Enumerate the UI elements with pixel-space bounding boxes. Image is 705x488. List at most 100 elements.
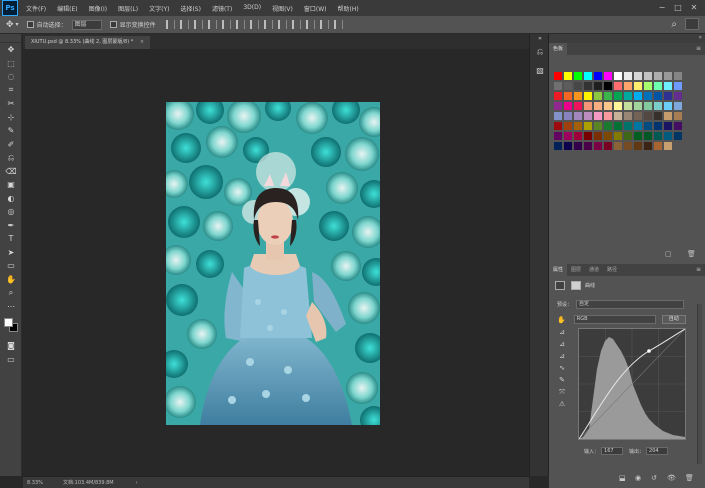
color-swatch[interactable] xyxy=(574,92,582,100)
maximize-button[interactable]: □ xyxy=(671,2,685,14)
color-swatch[interactable] xyxy=(674,102,682,110)
color-swatch[interactable] xyxy=(614,122,622,130)
color-swatch[interactable] xyxy=(564,122,572,130)
align-bottom-icon[interactable] xyxy=(193,20,203,29)
color-swatch[interactable] xyxy=(564,82,572,90)
color-swatch[interactable] xyxy=(634,102,642,110)
color-swatch[interactable] xyxy=(634,112,642,120)
menu-filter[interactable]: 滤镜(T) xyxy=(212,4,232,13)
color-swatch[interactable] xyxy=(664,102,672,110)
color-swatch[interactable] xyxy=(554,142,562,150)
menu-view[interactable]: 视图(V) xyxy=(272,4,293,13)
color-swatch[interactable] xyxy=(584,112,592,120)
color-swatch[interactable] xyxy=(574,82,582,90)
align-vcenter-icon[interactable] xyxy=(179,20,189,29)
menu-3d[interactable]: 3D(D) xyxy=(243,4,261,13)
color-swatch[interactable] xyxy=(574,102,582,110)
gradient-tool-icon[interactable]: ▣ xyxy=(0,178,22,192)
tab-layers[interactable]: 图层 xyxy=(567,264,585,276)
brush-panel-icon[interactable]: ▧ xyxy=(530,61,550,79)
color-swatch[interactable] xyxy=(624,142,632,150)
tab-properties[interactable]: 属性 xyxy=(549,264,568,276)
output-value[interactable]: 204 xyxy=(646,447,669,455)
close-icon[interactable]: × xyxy=(140,39,144,45)
color-swatch[interactable] xyxy=(594,102,602,110)
color-swatch[interactable] xyxy=(634,72,642,80)
pen-tool-icon[interactable]: ✒ xyxy=(0,219,22,233)
color-swatch[interactable] xyxy=(664,92,672,100)
eraser-tool-icon[interactable]: ⌫ xyxy=(0,165,22,179)
align-hcenter-icon[interactable] xyxy=(221,20,231,29)
color-swatch[interactable] xyxy=(604,142,612,150)
new-swatch-icon[interactable]: ▢ xyxy=(665,250,672,258)
marquee-tool-icon[interactable]: ⬚ xyxy=(0,57,22,71)
search-icon[interactable]: ⌕ xyxy=(671,19,677,30)
curve-point-icon[interactable]: ∿ xyxy=(555,364,569,376)
color-swatch[interactable] xyxy=(594,82,602,90)
menu-window[interactable]: 窗口(W) xyxy=(304,4,327,13)
color-swatch[interactable] xyxy=(564,132,572,140)
color-swatch[interactable] xyxy=(614,72,622,80)
color-swatch[interactable] xyxy=(564,102,572,110)
color-swatch[interactable] xyxy=(644,132,652,140)
distribute-bottom-icon[interactable] xyxy=(277,20,287,29)
distribute-right-icon[interactable] xyxy=(319,20,329,29)
color-swatch[interactable] xyxy=(574,132,582,140)
color-swatch[interactable] xyxy=(574,112,582,120)
color-swatch[interactable] xyxy=(634,122,642,130)
color-swatch[interactable] xyxy=(634,92,642,100)
color-swatch[interactable] xyxy=(614,112,622,120)
color-swatch[interactable] xyxy=(564,112,572,120)
color-swatch[interactable] xyxy=(674,82,682,90)
minimize-button[interactable]: − xyxy=(655,2,669,14)
collapse-icon[interactable]: » xyxy=(530,34,550,43)
color-swatch[interactable] xyxy=(624,132,632,140)
color-swatch[interactable] xyxy=(654,122,662,130)
auto-button[interactable]: 自动 xyxy=(661,315,686,324)
color-swatch[interactable] xyxy=(614,102,622,110)
color-swatch[interactable] xyxy=(664,142,672,150)
color-swatch[interactable] xyxy=(594,142,602,150)
color-swatch[interactable] xyxy=(554,82,562,90)
color-swatch[interactable] xyxy=(594,92,602,100)
document-image[interactable] xyxy=(166,102,380,425)
move-tool-icon[interactable]: ✥ xyxy=(0,43,22,57)
color-swatch[interactable] xyxy=(594,72,602,80)
auto-select-checkbox[interactable] xyxy=(26,21,34,28)
slice-tool-icon[interactable]: ✂ xyxy=(0,97,22,111)
more-tools-icon[interactable]: ⋯ xyxy=(0,300,22,314)
color-swatch[interactable] xyxy=(614,132,622,140)
color-swatch[interactable] xyxy=(584,82,592,90)
menu-select[interactable]: 选择(S) xyxy=(180,4,201,13)
delete-swatch-icon[interactable]: 🗑 xyxy=(687,250,696,258)
color-swatch[interactable] xyxy=(674,132,682,140)
close-button[interactable]: ✕ xyxy=(687,2,701,14)
color-swatch[interactable] xyxy=(654,72,662,80)
tab-paths[interactable]: 路径 xyxy=(603,264,621,276)
foreground-color[interactable] xyxy=(4,318,13,327)
auto-align-icon[interactable] xyxy=(333,20,343,29)
align-right-icon[interactable] xyxy=(235,20,245,29)
color-swatch[interactable] xyxy=(594,112,602,120)
color-swatch[interactable] xyxy=(674,122,682,130)
color-swatch[interactable] xyxy=(604,72,612,80)
menu-file[interactable]: 文件(F) xyxy=(26,4,46,13)
distribute-top-icon[interactable] xyxy=(249,20,259,29)
clip-to-layer-icon[interactable]: ⬓ xyxy=(619,474,626,482)
pencil-draw-icon[interactable]: ✎ xyxy=(555,376,569,388)
history-brush-tool-icon[interactable]: ⎌ xyxy=(0,151,22,165)
color-swatch[interactable] xyxy=(574,72,582,80)
path-selection-tool-icon[interactable]: ➤ xyxy=(0,246,22,260)
color-swatch[interactable] xyxy=(614,92,622,100)
hand-tool-icon[interactable]: ✋ xyxy=(0,273,22,287)
color-swatch[interactable] xyxy=(624,92,632,100)
color-swatch[interactable] xyxy=(654,92,662,100)
color-swatch[interactable] xyxy=(654,102,662,110)
smooth-curve-icon[interactable]: ⤧ xyxy=(555,388,569,400)
brush-tool-icon[interactable]: ✐ xyxy=(0,138,22,152)
color-swatch[interactable] xyxy=(594,132,602,140)
channel-dropdown[interactable]: RGB xyxy=(573,315,656,324)
color-swatch[interactable] xyxy=(644,142,652,150)
color-swatch[interactable] xyxy=(624,122,632,130)
properties-scrollbar[interactable] xyxy=(697,304,702,464)
